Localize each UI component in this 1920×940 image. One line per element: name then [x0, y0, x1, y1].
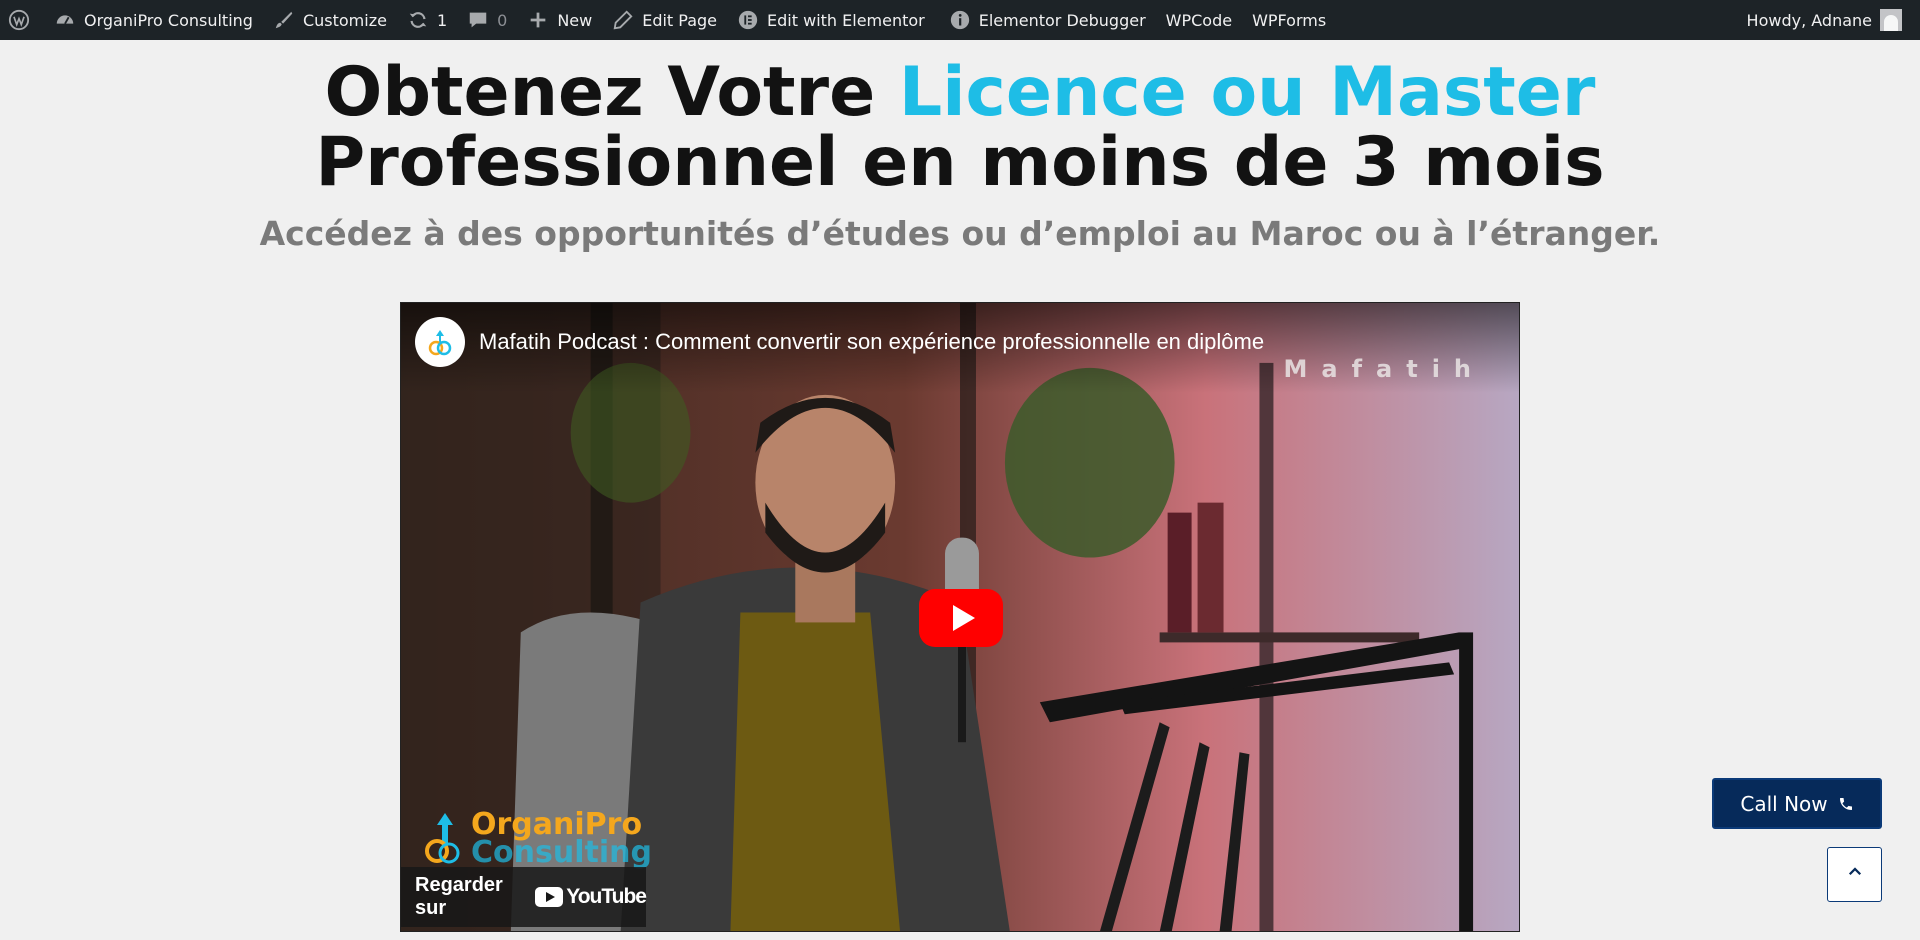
pencil-icon — [612, 9, 634, 31]
edit-elementor-label: Edit with Elementor — [767, 10, 925, 30]
call-now-label: Call Now — [1740, 791, 1828, 816]
youtube-wordmark: YouTube — [566, 885, 647, 908]
edit-page-link[interactable]: Edit Page — [602, 0, 727, 40]
watch-on-label: Regarder sur — [415, 874, 503, 919]
updates-count: 1 — [436, 10, 448, 30]
wp-admin-bar: OrganiPro Consulting Customize 1 0 New E… — [0, 0, 1920, 40]
elementor-icon — [737, 9, 759, 31]
edit-page-label: Edit Page — [642, 10, 718, 30]
organipro-logo-overlay: OrganiPro Consulting — [421, 810, 652, 870]
elementor-debugger-menu[interactable]: Elementor Debugger — [935, 0, 1156, 40]
comments-count: 0 — [497, 10, 508, 30]
updates-icon — [407, 9, 429, 31]
howdy-label: Howdy, Adnane — [1746, 10, 1872, 30]
brush-icon — [273, 9, 295, 31]
customize-link[interactable]: Customize — [263, 0, 397, 40]
info-icon — [949, 9, 971, 31]
customize-label: Customize — [302, 10, 387, 30]
wpcode-menu[interactable]: WPCode — [1156, 0, 1242, 40]
channel-avatar[interactable] — [415, 317, 465, 367]
watch-on-youtube-link[interactable]: Regarder sur YouTube — [401, 867, 647, 927]
account-menu[interactable]: Howdy, Adnane — [1737, 0, 1920, 40]
new-content-menu[interactable]: New — [517, 0, 602, 40]
title-part2: Professionnel en moins de 3 mois — [315, 123, 1605, 202]
logo-line2: Consulting — [471, 835, 652, 870]
call-now-button[interactable]: Call Now — [1712, 778, 1882, 829]
mafatih-watermark: Mafatih — [1283, 355, 1485, 383]
site-name-menu[interactable]: OrganiPro Consulting — [44, 0, 263, 40]
page-title: Obtenez Votre Licence ou Master Professi… — [0, 58, 1920, 198]
video-title[interactable]: Mafatih Podcast : Comment convertir son … — [479, 329, 1264, 355]
youtube-logo: YouTube — [535, 885, 647, 909]
comments-link[interactable]: 0 — [457, 0, 517, 40]
title-part1: Obtenez Votre — [324, 53, 899, 132]
new-label: New — [557, 10, 593, 30]
chevron-up-icon — [1846, 863, 1864, 886]
youtube-video-embed[interactable]: Mafatih Podcast : Comment convertir son … — [400, 302, 1520, 932]
organipro-logo-icon — [428, 330, 452, 356]
wpcode-label: WPCode — [1165, 10, 1233, 30]
wordpress-menu[interactable] — [0, 0, 44, 40]
dashboard-icon — [54, 9, 76, 31]
wordpress-icon — [8, 9, 30, 31]
updates-link[interactable]: 1 — [397, 0, 457, 40]
page-subtitle: Accédez à des opportunités d’études ou d… — [259, 214, 1661, 253]
phone-icon — [1838, 796, 1854, 812]
youtube-icon — [535, 887, 564, 907]
wpforms-menu[interactable]: WPForms — [1242, 0, 1336, 40]
play-button[interactable] — [919, 589, 1003, 647]
scroll-to-top-button[interactable] — [1827, 847, 1882, 902]
site-name-label: OrganiPro Consulting — [84, 10, 253, 30]
plus-icon — [527, 9, 549, 31]
play-icon — [952, 605, 975, 631]
edit-elementor-link[interactable]: Edit with Elementor — [727, 0, 935, 40]
organipro-logo-icon — [425, 813, 460, 864]
wpforms-label: WPForms — [1252, 10, 1327, 30]
debugger-label: Elementor Debugger — [978, 10, 1146, 30]
comment-icon — [467, 9, 489, 31]
avatar — [1880, 9, 1902, 31]
title-accent: Licence ou Master — [898, 53, 1596, 132]
